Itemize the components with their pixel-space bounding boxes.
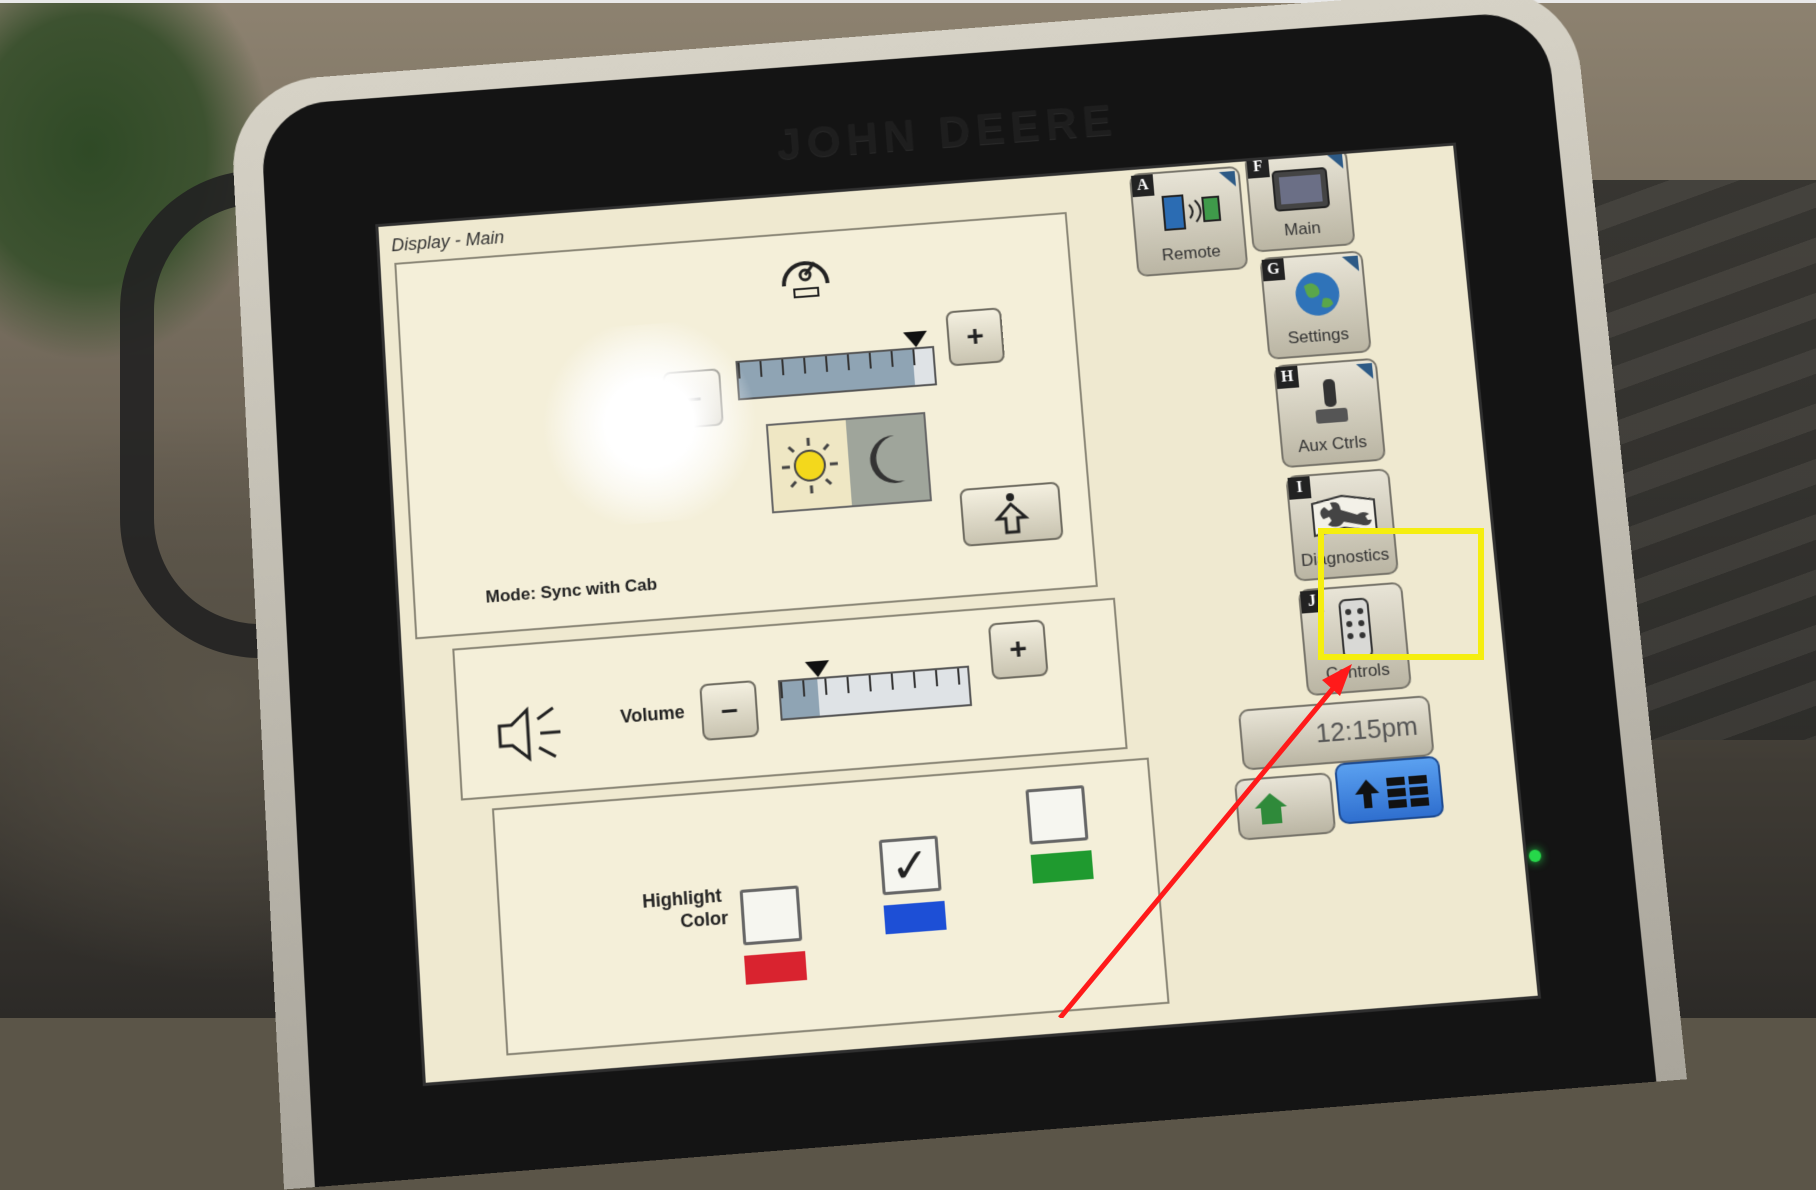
annotation-arrow — [1058, 664, 1352, 1018]
